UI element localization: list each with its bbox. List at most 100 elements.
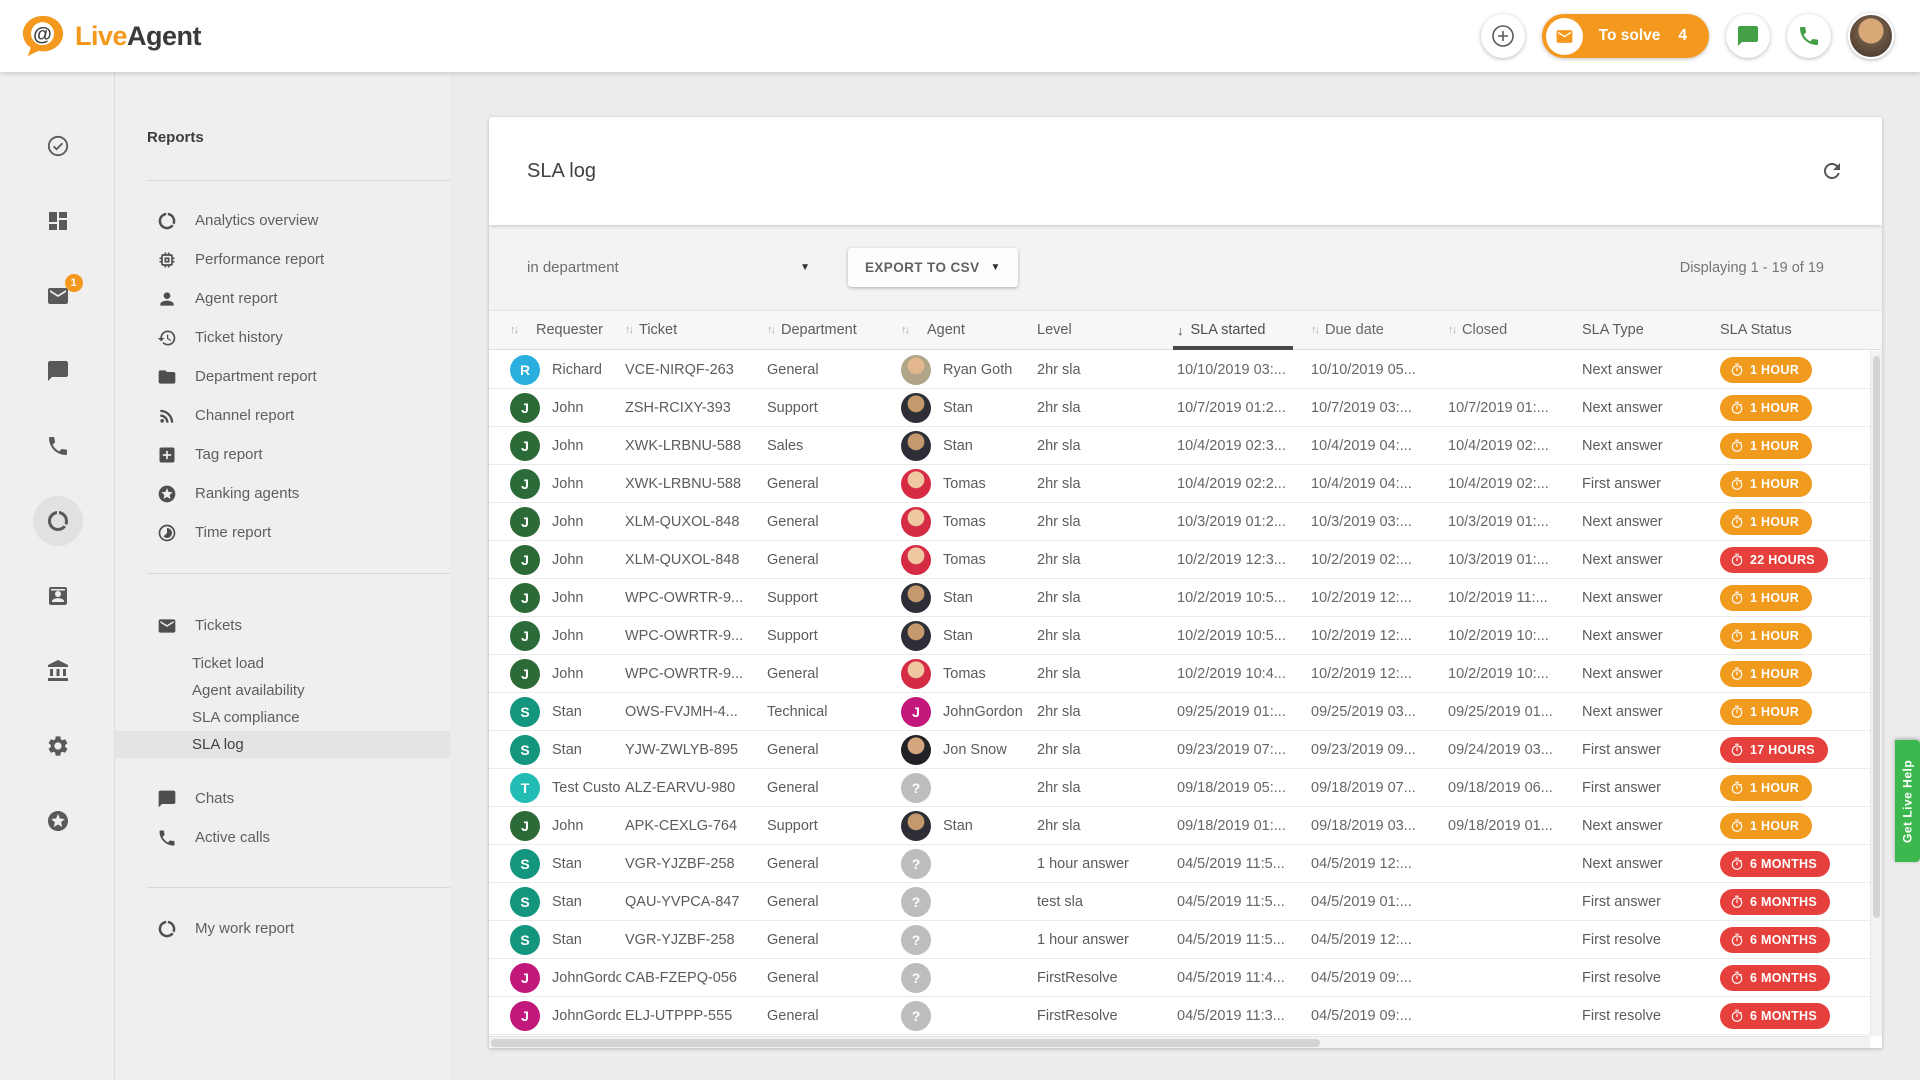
sidebar-item-ranking-agents[interactable]: Ranking agents	[147, 474, 450, 513]
sidebar-item-performance-report[interactable]: Performance report	[147, 240, 450, 279]
rail-item-calls[interactable]	[46, 434, 70, 458]
refresh-button[interactable]	[1820, 158, 1846, 184]
table-row[interactable]: JJohnGordonELJ-UTPPP-555General?FirstRes…	[489, 997, 1870, 1035]
horizontal-scrollbar-thumb[interactable]	[491, 1039, 1320, 1047]
table-row[interactable]: SStanQAU-YVPCA-847General?test sla04/5/2…	[489, 883, 1870, 921]
table-row[interactable]: JJohnWPC-OWRTR-9...SupportStan2hr sla10/…	[489, 579, 1870, 617]
table-row[interactable]: JJohnXWK-LRBNU-588GeneralTomas2hr sla10/…	[489, 465, 1870, 503]
sla-status-label: 1 HOUR	[1750, 363, 1799, 377]
sla-status-badge: 1 HOUR	[1720, 661, 1812, 687]
get-live-help-tab[interactable]: Get Live Help	[1895, 740, 1920, 862]
table-row[interactable]: JJohnXLM-QUXOL-848GeneralTomas2hr sla10/…	[489, 541, 1870, 579]
sidebar-item-time-report[interactable]: Time report	[147, 513, 450, 552]
agent-avatar	[901, 621, 931, 651]
department: General	[763, 970, 897, 986]
rail-item-dashboard[interactable]	[46, 209, 70, 233]
calls-button[interactable]	[1787, 14, 1831, 58]
column-label: Ticket	[639, 322, 677, 338]
user-avatar[interactable]	[1848, 13, 1894, 59]
column-header-closed[interactable]: ↑↓Closed	[1444, 310, 1578, 350]
sidebar-subitem-sla-log[interactable]: SLA log	[115, 731, 450, 758]
sla-status-label: 1 HOUR	[1750, 819, 1799, 833]
to-solve-button[interactable]: To solve 4	[1542, 14, 1709, 58]
agent-cell: ?	[897, 849, 1033, 879]
rail-item-tasks[interactable]	[46, 134, 70, 158]
requester-avatar: S	[510, 887, 540, 917]
rail-item-tickets[interactable]: 1	[46, 284, 70, 308]
column-header-ticket[interactable]: ↑↓Ticket	[621, 310, 763, 350]
table-row[interactable]: SStanVGR-YJZBF-258General?1 hour answer0…	[489, 921, 1870, 959]
table-row[interactable]: SStanYJW-ZWLYB-895GeneralJon Snow2hr sla…	[489, 731, 1870, 769]
sidebar-subitem-ticket-load[interactable]: Ticket load	[115, 650, 450, 677]
agent-cell: ?	[897, 887, 1033, 917]
export-csv-button[interactable]: EXPORT TO CSV ▼	[848, 248, 1018, 287]
table-row[interactable]: RRichardVCE-NIRQF-263GeneralRyan Goth2hr…	[489, 351, 1870, 389]
agent-name: Tomas	[943, 552, 986, 568]
column-header-agent[interactable]: ↑↓Agent	[897, 310, 1033, 350]
column-header-due-date[interactable]: ↑↓Due date	[1307, 310, 1444, 350]
sla-status-label: 6 MONTHS	[1750, 895, 1817, 909]
sidebar-item-agent-report[interactable]: Agent report	[147, 279, 450, 318]
sla-level: 2hr sla	[1033, 514, 1173, 530]
sla-type: First answer	[1578, 742, 1716, 758]
chats-button[interactable]	[1726, 14, 1770, 58]
table-row[interactable]: JJohnGordonCAB-FZEPQ-056General?FirstRes…	[489, 959, 1870, 997]
department-filter-select[interactable]: in department ▼	[527, 259, 810, 276]
rail-item-gamification[interactable]	[46, 809, 70, 833]
sidebar-subitem-sla-compliance[interactable]: SLA compliance	[115, 704, 450, 731]
due-date: 10/2/2019 12:...	[1307, 628, 1444, 644]
table-row[interactable]: SStanVGR-YJZBF-258General?1 hour answer0…	[489, 845, 1870, 883]
vertical-scrollbar[interactable]	[1870, 351, 1882, 1036]
sla-level: 2hr sla	[1033, 780, 1173, 796]
sidebar-item-label: Tickets	[195, 617, 242, 634]
table-row[interactable]: JJohnXLM-QUXOL-848GeneralTomas2hr sla10/…	[489, 503, 1870, 541]
table-row[interactable]: JJohnWPC-OWRTR-9...GeneralTomas2hr sla10…	[489, 655, 1870, 693]
horizontal-scrollbar[interactable]	[489, 1036, 1870, 1048]
sort-updown-icon: ↑↓	[510, 324, 517, 336]
timer-icon	[1730, 363, 1744, 377]
ticket-code: XLM-QUXOL-848	[621, 552, 763, 568]
sidebar-item-department-report[interactable]: Department report	[147, 357, 450, 396]
closed-date: 10/4/2019 02:...	[1444, 476, 1578, 492]
sla-started: 09/18/2019 05:...	[1173, 780, 1307, 796]
sla-status-cell: 6 MONTHS	[1716, 965, 1870, 991]
sla-status-cell: 1 HOUR	[1716, 395, 1870, 421]
sidebar-item-analytics-overview[interactable]: Analytics overview	[147, 201, 450, 240]
table-row[interactable]: JJohnZSH-RCIXY-393SupportStan2hr sla10/7…	[489, 389, 1870, 427]
table-row[interactable]: JJohnWPC-OWRTR-9...SupportStan2hr sla10/…	[489, 617, 1870, 655]
table-row[interactable]: TTest CustomerALZ-EARVU-980General?2hr s…	[489, 769, 1870, 807]
rail-item-customers[interactable]	[46, 584, 70, 608]
column-header-sla-started[interactable]: ↓SLA started	[1173, 310, 1307, 350]
rail-item-reports[interactable]	[46, 509, 70, 533]
ticket-code: ZSH-RCIXY-393	[621, 400, 763, 416]
rail-item-chats[interactable]	[46, 359, 70, 383]
table-row[interactable]: JJohnAPK-CEXLG-764SupportStan2hr sla09/1…	[489, 807, 1870, 845]
panel-header: SLA log	[489, 117, 1882, 225]
sidebar-subitem-agent-availability[interactable]: Agent availability	[115, 677, 450, 704]
column-header-requester[interactable]: ↑↓Requester	[489, 310, 621, 350]
sla-status-badge: 1 HOUR	[1720, 813, 1812, 839]
ticket-code: YJW-ZWLYB-895	[621, 742, 763, 758]
sidebar-item-active-calls[interactable]: Active calls	[147, 818, 450, 857]
department: General	[763, 780, 897, 796]
add-button[interactable]	[1481, 14, 1525, 58]
column-header-department[interactable]: ↑↓Department	[763, 310, 897, 350]
rail-item-organization[interactable]	[46, 659, 70, 683]
vertical-scrollbar-thumb[interactable]	[1873, 356, 1880, 918]
refresh-icon	[1820, 159, 1844, 183]
table-row[interactable]: SStanOWS-FVJMH-4...TechnicalJJohnGordon2…	[489, 693, 1870, 731]
sidebar-item-chats[interactable]: Chats	[147, 779, 450, 818]
liveagent-logo[interactable]: @ LiveAgent	[20, 13, 201, 59]
requester-cell: JJohn	[489, 393, 621, 423]
sidebar-item-tickets[interactable]: Tickets	[147, 606, 450, 645]
table-row[interactable]: JJohnXWK-LRBNU-588SalesStan2hr sla10/4/2…	[489, 427, 1870, 465]
sidebar-item-tag-report[interactable]: Tag report	[147, 435, 450, 474]
sidebar-item-channel-report[interactable]: Channel report	[147, 396, 450, 435]
agent-cell: Tomas	[897, 545, 1033, 575]
sidebar-item-ticket-history[interactable]: Ticket history	[147, 318, 450, 357]
rail-item-settings[interactable]	[46, 734, 70, 758]
sidebar-item-my-work-report[interactable]: My work report	[147, 909, 450, 948]
sla-status-cell: 6 MONTHS	[1716, 1003, 1870, 1029]
folder-icon	[157, 367, 177, 387]
agent-name: Tomas	[943, 666, 986, 682]
